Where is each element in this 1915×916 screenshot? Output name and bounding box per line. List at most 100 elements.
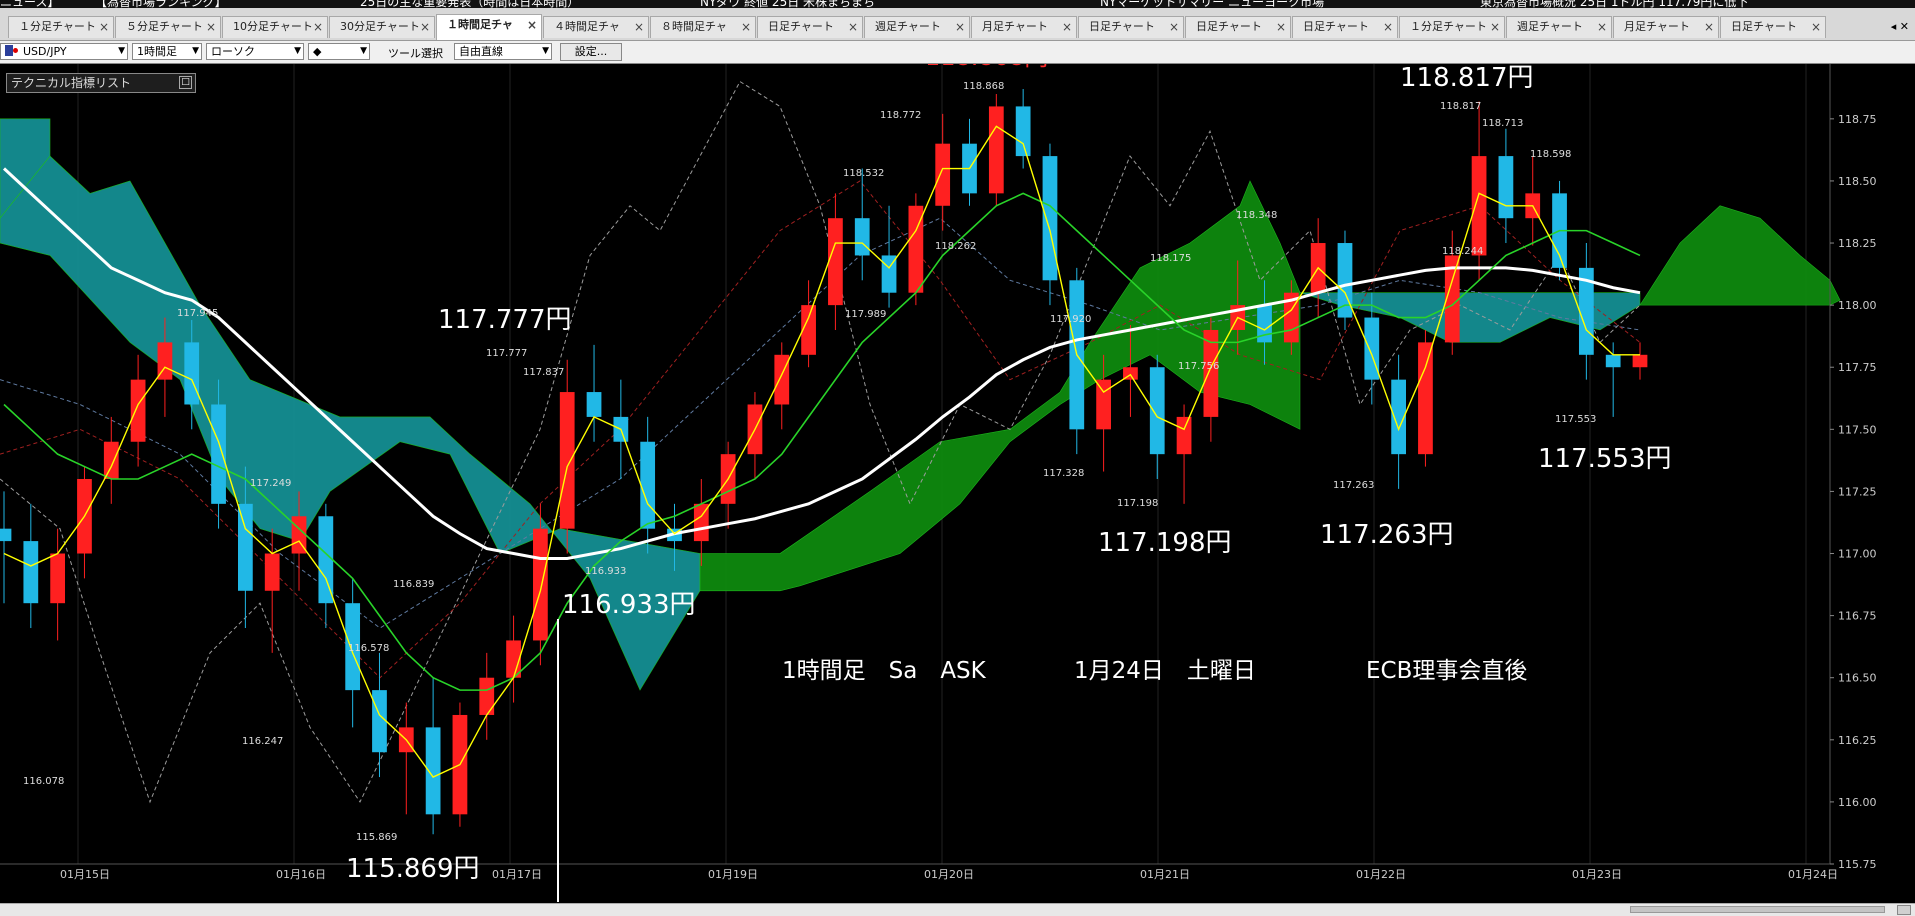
chart-tab[interactable]: ４時間足チャ × (543, 16, 649, 38)
candle-body (1042, 156, 1058, 281)
chevron-down-icon: ▼ (542, 46, 549, 56)
chart-tab[interactable]: 10分足チャート × (222, 16, 328, 38)
us-jp-flag-icon (5, 45, 21, 56)
chevron-down-icon: ▼ (294, 46, 301, 56)
close-tab-icon[interactable]: × (848, 17, 858, 37)
scrollbar-thumb[interactable] (1630, 906, 1885, 913)
line-style-icon: ◆ (313, 45, 322, 58)
chart-tab[interactable]: 日足チャート × (1078, 16, 1184, 38)
chart-tab-label: 月足チャート (982, 20, 1048, 33)
candle-body (854, 218, 870, 256)
chart-tab[interactable]: 日足チャート × (1292, 16, 1398, 38)
annotation-low-mid1: 117.198円 (1098, 528, 1232, 558)
panel-toggle-icon[interactable]: □ (179, 76, 192, 89)
candle-body (318, 516, 334, 604)
chart-tab[interactable]: １分足チャート × (8, 16, 114, 38)
candle-body (23, 541, 39, 604)
date-tick-label: 01月22日 (1356, 868, 1406, 881)
close-tab-icon[interactable]: × (955, 17, 965, 37)
date-tick-label: 01月24日 (1788, 868, 1838, 881)
annotation-high-right: 118.817円 (1400, 64, 1534, 93)
candle-body (828, 218, 843, 306)
chart-tab-label: 日足チャート (1089, 20, 1155, 33)
candle-body (533, 528, 548, 641)
settings-button[interactable]: 設定... (560, 43, 622, 61)
chart-tab[interactable]: 日足チャート × (757, 16, 863, 38)
horizontal-scrollbar[interactable] (0, 903, 1915, 916)
chart-tab[interactable]: 日足チャート × (1185, 16, 1291, 38)
ticker-item[interactable]: NYダウ 終値 25日 米株まちまち (700, 0, 875, 8)
candle-body (1418, 342, 1433, 455)
line-style-select[interactable]: ◆ ▼ (308, 43, 370, 60)
candle-body (1176, 416, 1192, 455)
close-tab-icon[interactable]: × (1383, 17, 1393, 37)
close-tab-icon[interactable]: × (1169, 17, 1179, 37)
candle-body (184, 342, 200, 405)
price-tick-label: 118.25 (1838, 237, 1877, 250)
chart-tab-label: １分足チャート (19, 20, 96, 33)
date-tick-label: 01月19日 (708, 868, 758, 881)
close-tab-icon[interactable]: × (99, 17, 109, 37)
candle-body (559, 392, 575, 529)
ticker-item[interactable]: ニュース】 (0, 0, 59, 8)
price-value-label: 117.989 (845, 309, 886, 320)
tab-scroll-controls[interactable]: ◂ ✕ (1891, 20, 1909, 33)
chart-tab[interactable]: 30分足チャート × (329, 16, 435, 38)
chart-tab-label: 10分足チャート (233, 20, 313, 33)
news-ticker[interactable]: ニュース】 【為替市場ランキング】 25日の主な重要発表（時間は日本時間） NYダウ … (0, 0, 1915, 8)
price-chart[interactable]: 118.75 118.50 118.25 118.00 117.75 117.50 117.… (0, 64, 1915, 902)
price-value-label: 116.839 (393, 579, 434, 590)
chart-tab[interactable]: ５分足チャート × (115, 16, 221, 38)
ticker-item[interactable]: NYマーケットサマリー ニューヨーク市場 (1100, 0, 1324, 8)
price-value-label: 117.756 (1178, 361, 1219, 372)
chart-tab[interactable]: 月足チャート × (971, 16, 1077, 38)
chart-tab-label: １分足チャート (1410, 20, 1487, 33)
technical-indicator-list-label: テクニカル指標リスト (11, 76, 132, 90)
chevron-down-icon: ▼ (360, 46, 367, 56)
price-value-label: 118.348 (1236, 210, 1277, 221)
chart-tab[interactable]: １時間足チャ × (436, 14, 542, 40)
chart-tab[interactable]: ８時間足チャ × (650, 16, 756, 38)
chart-tab[interactable]: 日足チャート × (1720, 16, 1826, 38)
symbol-select[interactable]: USD/JPY ▼ (0, 43, 128, 60)
chart-tab[interactable]: 週足チャート × (1506, 16, 1612, 38)
annotation-low-right: 117.553円 (1538, 444, 1672, 474)
close-tab-icon[interactable]: × (1811, 17, 1821, 37)
draw-tool-select[interactable]: 自由直線 ▼ (454, 43, 552, 60)
close-tab-icon[interactable]: × (1276, 17, 1286, 37)
technical-indicator-list[interactable]: テクニカル指標リスト □ (6, 73, 196, 93)
close-tab-icon[interactable]: × (1704, 17, 1714, 37)
price-tick-label: 118.00 (1838, 299, 1877, 312)
candle-body (211, 404, 226, 504)
chart-tab[interactable]: １分足チャート × (1399, 16, 1505, 38)
price-value-label: 118.244 (1442, 246, 1483, 257)
candle-body (103, 441, 119, 479)
price-value-label: 118.598 (1530, 149, 1571, 160)
price-value-label: 118.868 (963, 81, 1004, 92)
ticker-item[interactable]: 東京為替市場概況 25日 1ドル円 117.79円に低下 (1480, 0, 1748, 8)
chart-type-select[interactable]: ローソク ▼ (206, 43, 304, 60)
price-value-label: 117.553 (1555, 414, 1596, 425)
chart-tab[interactable]: 月足チャート × (1613, 16, 1719, 38)
price-value-label: 117.945 (177, 308, 218, 319)
scroll-right-button[interactable] (1897, 905, 1911, 915)
close-tab-icon[interactable]: × (1490, 17, 1500, 37)
symbol-value: USD/JPY (23, 45, 67, 58)
close-tab-icon[interactable]: × (634, 17, 644, 37)
ticker-item[interactable]: 25日の主な重要発表（時間は日本時間） (360, 0, 579, 8)
price-tick-label: 116.25 (1838, 734, 1877, 747)
chart-tab-bar: １分足チャート × ５分足チャート × 10分足チャート × 30分足チャート × １時間足チャ… (0, 8, 1915, 41)
close-tab-icon[interactable]: × (1597, 17, 1607, 37)
timeframe-select[interactable]: 1時間足 ▼ (132, 43, 202, 60)
close-tab-icon[interactable]: × (313, 17, 323, 37)
close-tab-icon[interactable]: × (206, 17, 216, 37)
candle-body (1149, 367, 1165, 455)
ticker-item[interactable]: 【為替市場ランキング】 (95, 0, 227, 8)
chart-tab[interactable]: 週足チャート × (864, 16, 970, 38)
close-tab-icon[interactable]: × (527, 15, 537, 35)
annotation-high-top: 118.868円 (925, 64, 1048, 71)
close-tab-icon[interactable]: × (741, 17, 751, 37)
chart-tab-label: ８時間足チャ (661, 20, 727, 33)
close-tab-icon[interactable]: × (420, 17, 430, 37)
close-tab-icon[interactable]: × (1062, 17, 1072, 37)
